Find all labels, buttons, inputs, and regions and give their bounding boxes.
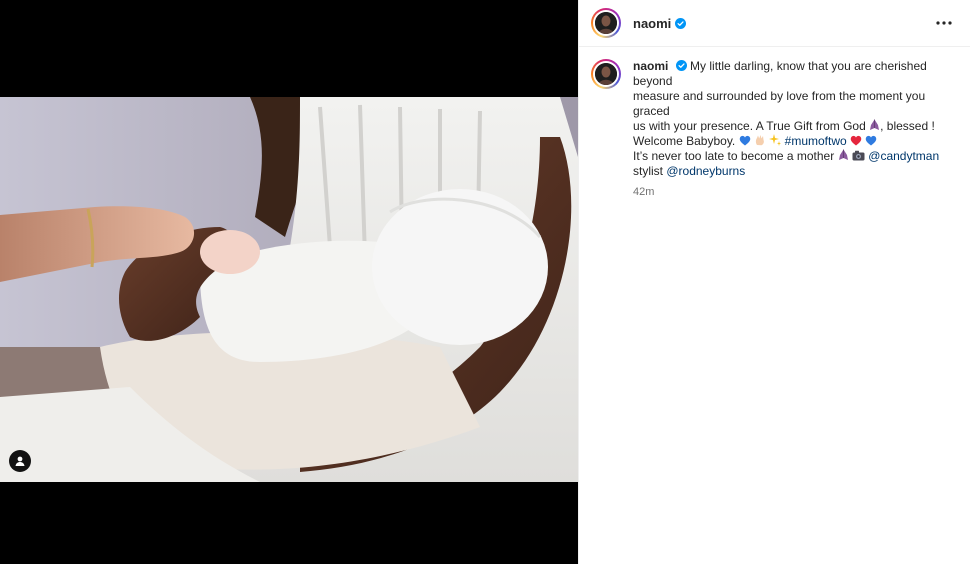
photo-illustration xyxy=(0,97,578,482)
praying-hands-emoji-icon xyxy=(870,119,880,130)
mention-link[interactable]: @rodneyburns xyxy=(666,164,745,178)
media-pane xyxy=(0,0,578,564)
header-username[interactable]: naomi xyxy=(633,16,671,31)
caption-line: us with your presence. A True Gift from … xyxy=(633,119,866,133)
sparkles-emoji-icon xyxy=(769,134,782,146)
user-tag-button[interactable] xyxy=(9,450,31,472)
more-options-button[interactable] xyxy=(932,11,956,35)
caption-line: Welcome Babyboy. xyxy=(633,134,736,148)
profile-photo xyxy=(595,63,617,85)
caption-line: stylist xyxy=(633,164,663,178)
caption-line: measure and surrounded by love from the … xyxy=(633,89,926,118)
caption-line: It’s never too late to become a mother xyxy=(633,149,835,163)
profile-photo xyxy=(595,12,617,34)
praying-hands-emoji-icon xyxy=(838,149,848,160)
post-viewer: naomi naomi My little darling, know that… xyxy=(0,0,970,564)
mention-link[interactable]: @candytman xyxy=(868,149,939,163)
caption-username[interactable]: naomi xyxy=(633,59,668,73)
verified-badge-icon xyxy=(675,60,687,71)
hashtag-link[interactable]: #mumoftwo xyxy=(785,134,847,148)
caption-text: naomi My little darling, know that you a… xyxy=(633,59,951,200)
caption-avatar[interactable] xyxy=(591,59,621,89)
blue-heart-emoji-icon xyxy=(739,135,750,146)
verified-badge-icon xyxy=(675,17,687,29)
caption-block: naomi My little darling, know that you a… xyxy=(579,47,970,200)
post-header: naomi xyxy=(579,0,970,47)
user-tag-icon xyxy=(15,456,25,466)
blue-heart-emoji-icon xyxy=(866,135,877,146)
hand-emoji-icon xyxy=(755,135,764,146)
post-sidebar: naomi naomi My little darling, know that… xyxy=(578,0,970,564)
post-photo[interactable] xyxy=(0,97,578,482)
post-timestamp[interactable]: 42m xyxy=(633,185,951,200)
caption-line: , blessed ! xyxy=(880,119,935,133)
red-heart-emoji-icon xyxy=(850,135,862,146)
more-options-icon xyxy=(936,21,952,25)
header-avatar[interactable] xyxy=(591,8,621,38)
camera-emoji-icon xyxy=(852,150,865,161)
